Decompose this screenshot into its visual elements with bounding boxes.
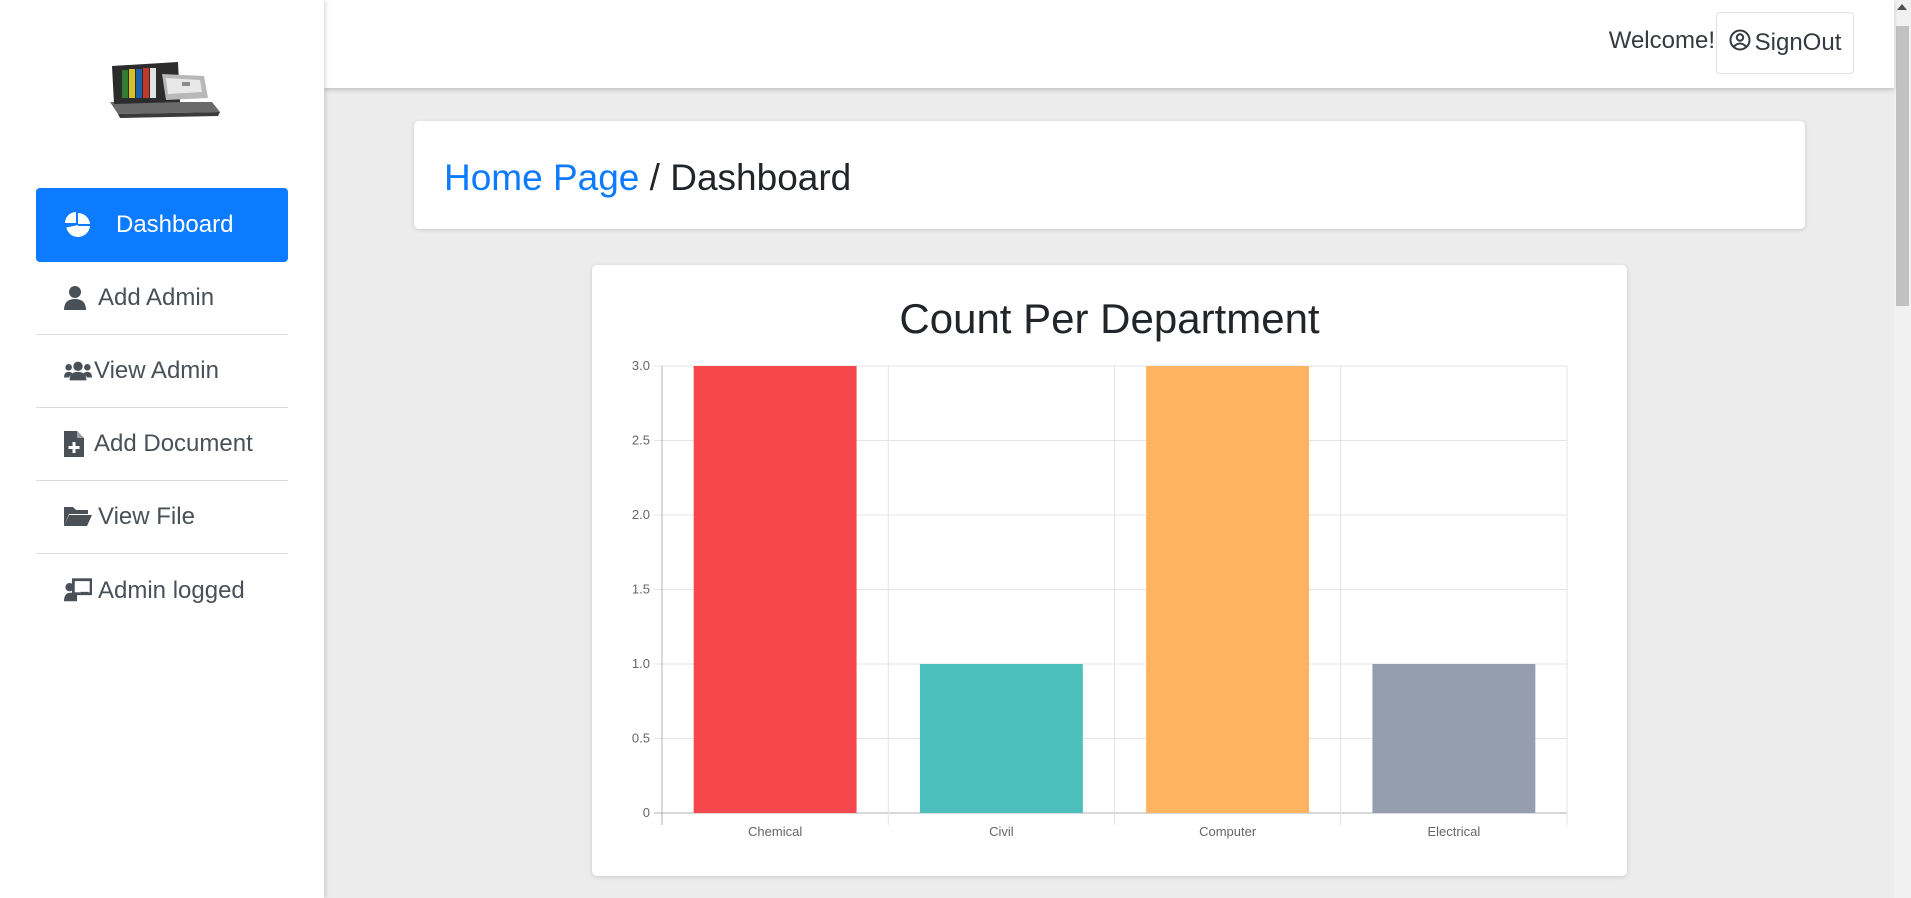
chalkboard-user-icon	[64, 577, 92, 604]
sidebar-item-label: Admin logged	[98, 576, 245, 604]
chart-card: Count Per Department 0 0.5 1.0 1.5 2.0 2.5 3.0…	[592, 265, 1627, 876]
sidebar-item-add-admin[interactable]: Add Admin	[36, 262, 288, 335]
sidebar-item-label: Add Document	[94, 430, 253, 457]
pie-chart-icon	[64, 212, 92, 238]
x-tick-label: Computer	[1199, 824, 1257, 839]
user-circle-icon	[1729, 29, 1755, 58]
breadcrumb-separator: /	[639, 157, 671, 198]
y-tick-label: 2.0	[632, 507, 650, 522]
breadcrumb-card: Home Page / Dashboard	[414, 121, 1805, 229]
breadcrumb-current: Dashboard	[670, 157, 852, 198]
scroll-up-arrow-icon[interactable]	[1897, 4, 1907, 10]
y-tick-label: 1.0	[632, 656, 650, 671]
signout-button[interactable]: SignOut	[1716, 12, 1854, 74]
app-logo	[108, 52, 222, 118]
y-tick-label: 1.5	[632, 582, 650, 597]
sidebar: Dashboard Add Admin View Admin Add Docum…	[0, 0, 324, 898]
top-bar: Welcome! SignOut	[324, 0, 1894, 88]
sidebar-item-view-file[interactable]: View File	[36, 481, 288, 554]
sidebar-nav: Dashboard Add Admin View Admin Add Docum…	[36, 188, 288, 627]
user-icon	[64, 285, 92, 311]
bar-computer	[1146, 366, 1310, 813]
bar-chemical	[693, 366, 857, 813]
sidebar-item-label: View File	[98, 503, 195, 530]
sidebar-item-label: Add Admin	[98, 284, 215, 311]
y-tick-label: 0.5	[632, 731, 650, 746]
sidebar-item-admin-logged[interactable]: Admin logged	[36, 554, 288, 627]
bar-chart: 0 0.5 1.0 1.5 2.0 2.5 3.0 Chemical Civil Computer…	[632, 358, 1568, 839]
welcome-text: Welcome!	[1608, 27, 1715, 54]
folder-open-icon	[64, 504, 92, 530]
scroll-thumb[interactable]	[1896, 26, 1909, 306]
signout-label: SignOut	[1754, 29, 1842, 56]
y-tick-label: 2.5	[632, 433, 650, 448]
file-plus-icon	[64, 431, 92, 457]
users-icon	[64, 358, 92, 384]
x-tick-label: Chemical	[748, 824, 802, 839]
sidebar-item-dashboard[interactable]: Dashboard	[36, 188, 288, 262]
x-tick-label: Electrical	[1428, 824, 1481, 839]
page-scrollbar[interactable]	[1894, 0, 1911, 898]
x-tick-label: Civil	[989, 824, 1014, 839]
sidebar-item-view-admin[interactable]: View Admin	[36, 335, 288, 408]
sidebar-item-add-document[interactable]: Add Document	[36, 408, 288, 481]
sidebar-item-label: Dashboard	[116, 211, 234, 238]
y-tick-label: 0	[643, 805, 650, 820]
bar-civil	[919, 664, 1083, 813]
sidebar-item-label: View Admin	[94, 357, 219, 384]
y-tick-label: 3.0	[632, 358, 650, 373]
breadcrumb-home-link[interactable]: Home Page	[444, 157, 639, 198]
breadcrumb: Home Page / Dashboard	[444, 157, 851, 199]
bar-electrical	[1372, 664, 1536, 813]
